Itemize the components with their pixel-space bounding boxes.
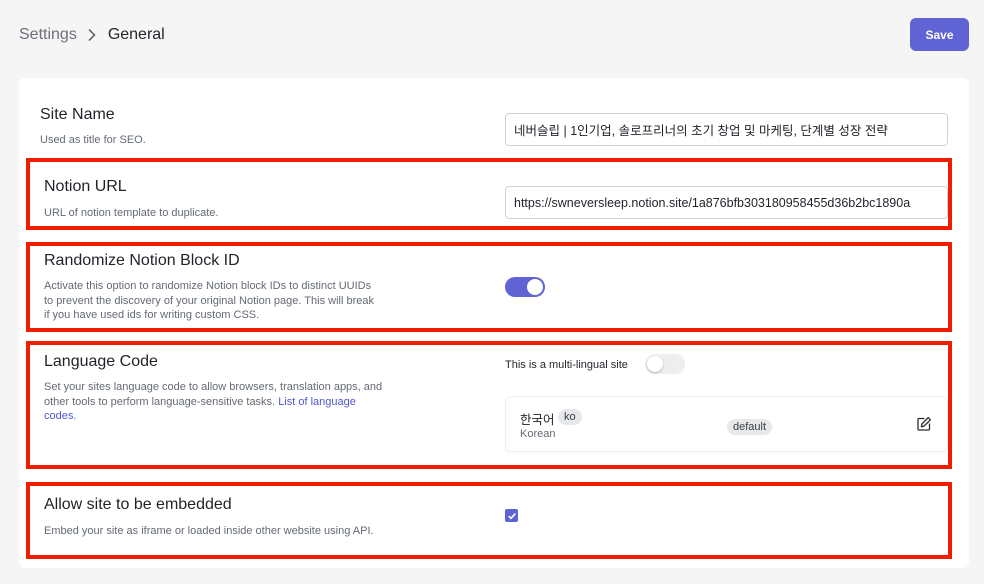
- language-entry: 한국어 ko Korean default: [505, 396, 948, 452]
- site-name-title: Site Name: [40, 106, 115, 123]
- randomize-desc-line: to prevent the discovery of your origina…: [44, 294, 374, 307]
- embed-title: Allow site to be embedded: [44, 496, 232, 513]
- notion-url-description: URL of notion template to duplicate.: [44, 207, 219, 219]
- notion-url-input[interactable]: https://swneversleep.notion.site/1a876bf…: [505, 186, 948, 219]
- save-button[interactable]: Save: [910, 18, 969, 51]
- randomize-description: Activate this option to randomize Notion…: [44, 279, 374, 323]
- site-name-description: Used as title for SEO.: [40, 134, 146, 146]
- site-name-input[interactable]: 네버슬립 | 1인기업, 솔로프리너의 초기 창업 및 마케팅, 단계별 성장 …: [505, 113, 948, 146]
- multilingual-toggle[interactable]: [645, 354, 685, 374]
- language-desc-line: Set your sites language code to allow br…: [44, 381, 383, 393]
- embed-checkbox[interactable]: [505, 509, 518, 522]
- breadcrumb-general: General: [107, 26, 165, 43]
- chevron-right-icon: [87, 28, 96, 42]
- randomize-desc-line: if you have used ids for writing custom …: [44, 309, 260, 321]
- randomize-desc-line: Activate this option to randomize Notion…: [44, 280, 372, 292]
- language-name: 한국어: [520, 413, 555, 427]
- embed-section: Allow site to be embedded Embed your sit…: [26, 482, 952, 559]
- edit-icon[interactable]: [916, 416, 932, 432]
- breadcrumb: Settings General: [19, 26, 165, 44]
- top-bar: Settings General Save: [0, 0, 984, 72]
- language-title: Language Code: [44, 353, 158, 370]
- language-desc-line: codes.: [44, 409, 382, 424]
- embed-description: Embed your site as iframe or loaded insi…: [44, 525, 374, 537]
- language-codes-link-cont[interactable]: codes.: [44, 410, 76, 422]
- default-badge: default: [727, 419, 773, 435]
- randomize-title: Randomize Notion Block ID: [44, 252, 240, 269]
- toggle-knob: [647, 356, 663, 372]
- notion-url-title: Notion URL: [44, 178, 127, 195]
- multilingual-label: This is a multi-lingual site: [505, 359, 628, 371]
- language-codes-link[interactable]: List of language: [278, 396, 356, 408]
- breadcrumb-settings[interactable]: Settings: [19, 26, 77, 44]
- language-description: Set your sites language code to allow br…: [44, 380, 382, 424]
- check-icon: [507, 512, 516, 519]
- randomize-section: Randomize Notion Block ID Activate this …: [26, 242, 952, 332]
- language-desc-line-text: other tools to perform language-sensitiv…: [44, 395, 276, 408]
- randomize-toggle[interactable]: [505, 277, 545, 297]
- language-code-pill: ko: [558, 409, 582, 425]
- language-desc-line: other tools to perform language-sensitiv…: [44, 395, 382, 410]
- toggle-knob: [527, 279, 543, 295]
- language-subtitle: Korean: [520, 428, 556, 440]
